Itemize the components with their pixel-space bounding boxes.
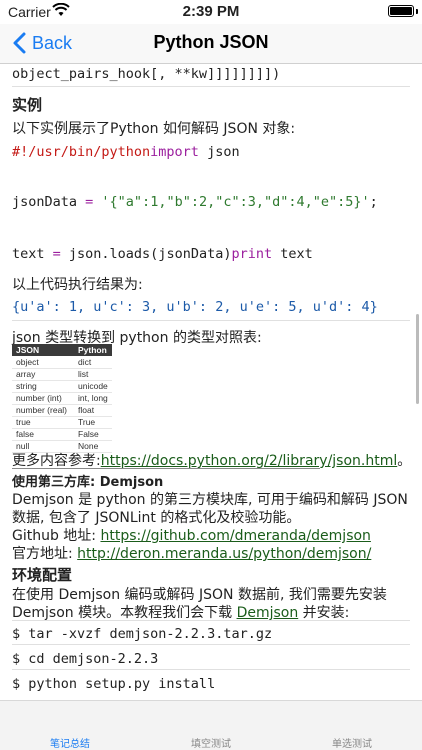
json-type-cell: false <box>12 428 74 441</box>
command-cd: $ cd demjson-2.2.3 <box>12 651 159 667</box>
table-row: string unicode <box>12 380 112 393</box>
result-output: {u'a': 1, u'c': 3, u'b': 2, u'e': 5, u'd… <box>12 299 378 315</box>
article-content[interactable]: object_pairs_hook[, **kw]]]]]]]]) 实例 以下实… <box>0 64 422 700</box>
divider <box>12 644 410 645</box>
json-type-cell: true <box>12 416 74 429</box>
divider <box>12 86 410 87</box>
battery-icon <box>388 5 414 17</box>
environment-heading: 环境配置 <box>12 566 73 584</box>
official-site-link[interactable]: http://deron.meranda.us/python/demjson/ <box>77 546 371 562</box>
environment-desc-suffix: 并安装: <box>298 605 350 621</box>
python-type-cell: dict <box>74 356 112 369</box>
code-line-signature: object_pairs_hook[, **kw]]]]]]]]) <box>12 66 281 82</box>
github-link[interactable]: https://github.com/dmeranda/demjson <box>100 528 370 544</box>
python-type-cell: True <box>74 416 112 429</box>
command-install: $ python setup.py install <box>12 676 216 692</box>
scrollbar[interactable] <box>416 314 419 404</box>
example-heading: 实例 <box>12 96 43 114</box>
result-label: 以上代码执行结果为: <box>12 277 143 293</box>
tab-bar: 笔记总结 填空测试 单选测试 <box>0 700 422 750</box>
demjson-description-line2: 数据, 包含了 JSONLint 的格式化及校验功能。 <box>12 510 301 526</box>
json-type-cell: object <box>12 356 74 369</box>
type-mapping-table: JSON Python object dict array list string u… <box>12 344 112 453</box>
jsondata-string: '{"a":1,"b":2,"c":3,"d":4,"e":5}' <box>101 194 370 210</box>
result-code: {u'a': 1, u'c': 3, u'b': 2, u'e': 5, u'd… <box>12 299 378 315</box>
semicolon: ; <box>369 194 378 210</box>
table-row: false False <box>12 428 112 441</box>
more-reference-suffix: 。 <box>397 453 412 469</box>
loads-call: json.loads(jsonData) <box>68 246 232 262</box>
python-type-cell: unicode <box>74 380 112 393</box>
navigation-bar: Back Python JSON <box>0 24 422 64</box>
tab-fill-in-test[interactable]: 填空测试 <box>141 735 281 750</box>
json-type-cell: string <box>12 380 74 393</box>
environment-description-line1: 在使用 Demjson 编码或解码 JSON 数据前, 我们需要先安装 <box>12 587 387 603</box>
divider <box>12 620 410 621</box>
code-line-loads: text = json.loads(jsonData)print text <box>12 246 313 262</box>
github-row: Github 地址: https://github.com/dmeranda/d… <box>12 525 371 545</box>
tab-notes-summary[interactable]: 笔记总结 <box>0 735 140 750</box>
environment-description-line2: Demjson 模块。本教程我们会下载 Demjson 并安装: <box>12 602 349 622</box>
shebang-text: #!/usr/bin/python <box>12 144 151 160</box>
import-keyword: import <box>150 144 199 160</box>
json-type-cell: number (real) <box>12 404 74 417</box>
more-reference-label: 更多内容参考: <box>12 453 101 469</box>
table-row: object dict <box>12 356 112 369</box>
demjson-description-line1: Demjson 是 python 的第三方模块库, 可用于编码和解码 JSON <box>12 492 408 508</box>
python-docs-link[interactable]: https://docs.python.org/2/library/json.h… <box>101 453 398 469</box>
assign-operator: = <box>77 194 102 210</box>
official-label: 官方地址: <box>12 546 73 562</box>
github-label: Github 地址: <box>12 528 97 544</box>
clock-time: 2:39 PM <box>182 3 240 20</box>
json-type-cell: array <box>12 368 74 381</box>
battery-tip <box>416 9 418 14</box>
page-title: Python JSON <box>153 32 269 52</box>
table-row: number (int) int, long <box>12 392 112 405</box>
text-var: text <box>12 246 45 262</box>
command-tar: $ tar -xvzf demjson-2.2.3.tar.gz <box>12 626 273 642</box>
table-row: number (real) float <box>12 404 112 417</box>
environment-desc-text: Demjson 模块。本教程我们会下载 <box>12 605 237 621</box>
tab-single-choice-test[interactable]: 单选测试 <box>282 735 422 750</box>
assign-operator: = <box>44 246 69 262</box>
table-header: Python <box>74 344 112 356</box>
python-type-cell: float <box>74 404 112 417</box>
table-row: array list <box>12 368 112 381</box>
code-line-jsondata: jsonData = '{"a":1,"b":2,"c":3,"d":4,"e"… <box>12 194 378 210</box>
code-line-shebang: #!/usr/bin/pythonimport json <box>12 144 240 160</box>
python-type-cell: list <box>74 368 112 381</box>
example-description: 以下实例展示了Python 如何解码 JSON 对象: <box>12 121 296 137</box>
status-bar: Carrier 2:39 PM <box>0 0 422 24</box>
more-reference: 更多内容参考:https://docs.python.org/2/library… <box>12 450 411 470</box>
print-arg: text <box>272 246 313 262</box>
divider <box>12 468 320 469</box>
jsondata-var: jsonData <box>12 194 78 210</box>
table-header: JSON <box>12 344 74 356</box>
print-keyword: print <box>231 246 273 262</box>
table-row: true True <box>12 416 112 429</box>
demjson-download-link[interactable]: Demjson <box>237 605 299 621</box>
divider <box>12 320 410 321</box>
json-type-cell: number (int) <box>12 392 74 405</box>
import-module: json <box>198 144 240 160</box>
divider <box>12 669 410 670</box>
third-party-heading: 使用第三方库: Demjson <box>12 475 164 490</box>
python-type-cell: int, long <box>74 392 112 405</box>
python-type-cell: False <box>74 428 112 441</box>
official-row: 官方地址: http://deron.meranda.us/python/dem… <box>12 543 371 563</box>
